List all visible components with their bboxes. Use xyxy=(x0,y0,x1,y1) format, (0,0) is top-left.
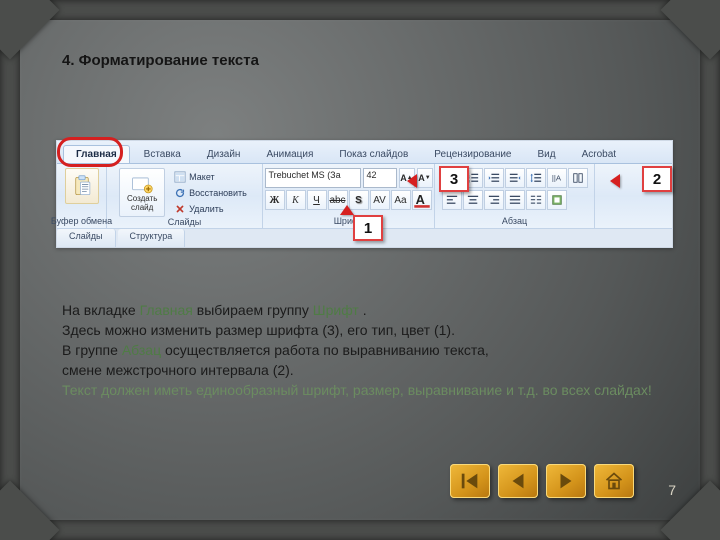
page-number: 7 xyxy=(668,482,676,498)
layout-icon xyxy=(174,171,186,183)
caption-text: Здесь можно изменить размер шрифта (3), … xyxy=(62,320,658,340)
caption-link-home: Главная xyxy=(140,302,193,318)
frame-corner xyxy=(0,481,59,540)
annotation-callout-1: 1 xyxy=(353,215,383,241)
reset-label: Восстановить xyxy=(189,188,247,198)
convert-smartart-button[interactable] xyxy=(547,190,567,210)
arrow-right-icon xyxy=(555,470,577,492)
home-icon xyxy=(604,471,624,491)
caption-text: На вкладке xyxy=(62,302,140,318)
group-slides: Создать слайд Макет xyxy=(107,164,263,228)
font-name-dropdown[interactable]: Trebuchet MS (За xyxy=(265,168,361,188)
caption-text: В группе xyxy=(62,342,122,358)
tab-review[interactable]: Рецензирование xyxy=(422,146,523,163)
annotation-callout-3: 3 xyxy=(439,166,469,192)
paste-button[interactable] xyxy=(65,168,99,204)
font-color-icon: A xyxy=(413,191,431,209)
first-slide-button[interactable] xyxy=(450,464,490,498)
new-slide-icon xyxy=(131,176,153,194)
delete-icon xyxy=(174,203,186,215)
font-size-dropdown[interactable]: 42 xyxy=(363,168,397,188)
text-direction-button[interactable]: ||A xyxy=(547,168,567,188)
tab-design[interactable]: Дизайн xyxy=(195,146,253,163)
svg-text:||A: ||A xyxy=(551,174,561,183)
char-spacing-button[interactable]: AV xyxy=(370,190,390,210)
layout-button[interactable]: Макет xyxy=(171,170,250,184)
new-slide-label-2: слайд xyxy=(131,203,153,212)
caption-text: осуществляется работа по выравниванию те… xyxy=(165,342,489,358)
change-case-button[interactable]: Aa xyxy=(391,190,411,210)
instruction-paragraph: На вкладке Главная выбираем группу Шрифт… xyxy=(62,300,658,400)
caption-note: Текст должен иметь единообразный шрифт, … xyxy=(62,380,658,400)
group-clipboard: Буфер обмена xyxy=(57,164,107,228)
bold-button[interactable]: Ж xyxy=(265,190,285,210)
tab-home[interactable]: Главная xyxy=(63,145,130,163)
caption-text: . xyxy=(363,302,367,318)
frame-corner xyxy=(0,0,59,59)
columns-icon xyxy=(572,172,584,184)
skip-back-icon xyxy=(459,470,481,492)
annotation-callout-2: 2 xyxy=(642,166,672,192)
caption-text: смене межстрочного интервала (2). xyxy=(62,360,658,380)
frame-edge xyxy=(0,520,720,540)
group-clipboard-label: Буфер обмена xyxy=(51,216,112,227)
arrow-left-icon xyxy=(507,470,529,492)
slide-nav xyxy=(450,464,634,498)
font-color-button[interactable]: A xyxy=(412,190,432,210)
tab-view[interactable]: Вид xyxy=(526,146,568,163)
frame-edge xyxy=(0,0,720,20)
smartart-icon xyxy=(551,194,563,206)
clipboard-icon xyxy=(72,175,92,197)
strike-button[interactable]: abc xyxy=(328,190,348,210)
reset-icon xyxy=(174,187,186,199)
caption-link-font: Шрифт xyxy=(313,302,359,318)
side-tab-outline[interactable]: Структура xyxy=(118,229,186,247)
next-slide-button[interactable] xyxy=(546,464,586,498)
delete-slide-button[interactable]: Удалить xyxy=(171,202,250,216)
grow-font-button[interactable]: A▲ xyxy=(399,168,415,188)
line-spacing-button[interactable] xyxy=(526,168,546,188)
tab-animation[interactable]: Анимация xyxy=(254,146,325,163)
italic-button[interactable]: К xyxy=(286,190,306,210)
text-direction-icon: ||A xyxy=(551,172,563,184)
tab-acrobat[interactable]: Acrobat xyxy=(570,146,628,163)
prev-slide-button[interactable] xyxy=(498,464,538,498)
page-title: 4. Форматирование текста xyxy=(62,52,259,69)
layout-label: Макет xyxy=(189,172,214,182)
tab-slideshow[interactable]: Показ слайдов xyxy=(327,146,420,163)
align-left-button[interactable] xyxy=(442,190,462,210)
group-slides-label: Слайды xyxy=(168,217,202,228)
align-center-button[interactable] xyxy=(463,190,483,210)
frame-edge xyxy=(700,0,720,540)
group-paragraph-label: Абзац xyxy=(502,216,527,227)
frame-corner xyxy=(661,0,720,59)
shrink-font-button[interactable]: A▼ xyxy=(417,168,433,188)
indent-button[interactable] xyxy=(505,168,525,188)
group-font: Trebuchet MS (За 42 A▲ A▼ Ж К Ч abc S AV… xyxy=(263,164,435,228)
columns-button-2[interactable] xyxy=(526,190,546,210)
caption-link-paragraph: Абзац xyxy=(122,342,161,358)
columns-button[interactable] xyxy=(568,168,588,188)
tab-insert[interactable]: Вставка xyxy=(132,146,193,163)
slide: 4. Форматирование текста Главная Вставка… xyxy=(0,0,720,540)
outdent-button[interactable] xyxy=(484,168,504,188)
ribbon-tab-strip: Главная Вставка Дизайн Анимация Показ сл… xyxy=(57,141,672,164)
caption-text: выбираем группу xyxy=(197,302,313,318)
new-slide-button[interactable]: Создать слайд xyxy=(119,168,165,217)
svg-text:A: A xyxy=(415,192,424,207)
home-slide-button[interactable] xyxy=(594,464,634,498)
text-shadow-button[interactable]: S xyxy=(349,190,369,210)
delete-label: Удалить xyxy=(189,204,223,214)
new-slide-label-1: Создать xyxy=(127,194,157,203)
underline-button[interactable]: Ч xyxy=(307,190,327,210)
ribbon-screenshot: Главная Вставка Дизайн Анимация Показ сл… xyxy=(56,140,673,248)
reset-button[interactable]: Восстановить xyxy=(171,186,250,200)
side-tab-slides[interactable]: Слайды xyxy=(57,229,116,247)
align-right-button[interactable] xyxy=(484,190,504,210)
frame-edge xyxy=(0,0,20,540)
align-justify-button[interactable] xyxy=(505,190,525,210)
